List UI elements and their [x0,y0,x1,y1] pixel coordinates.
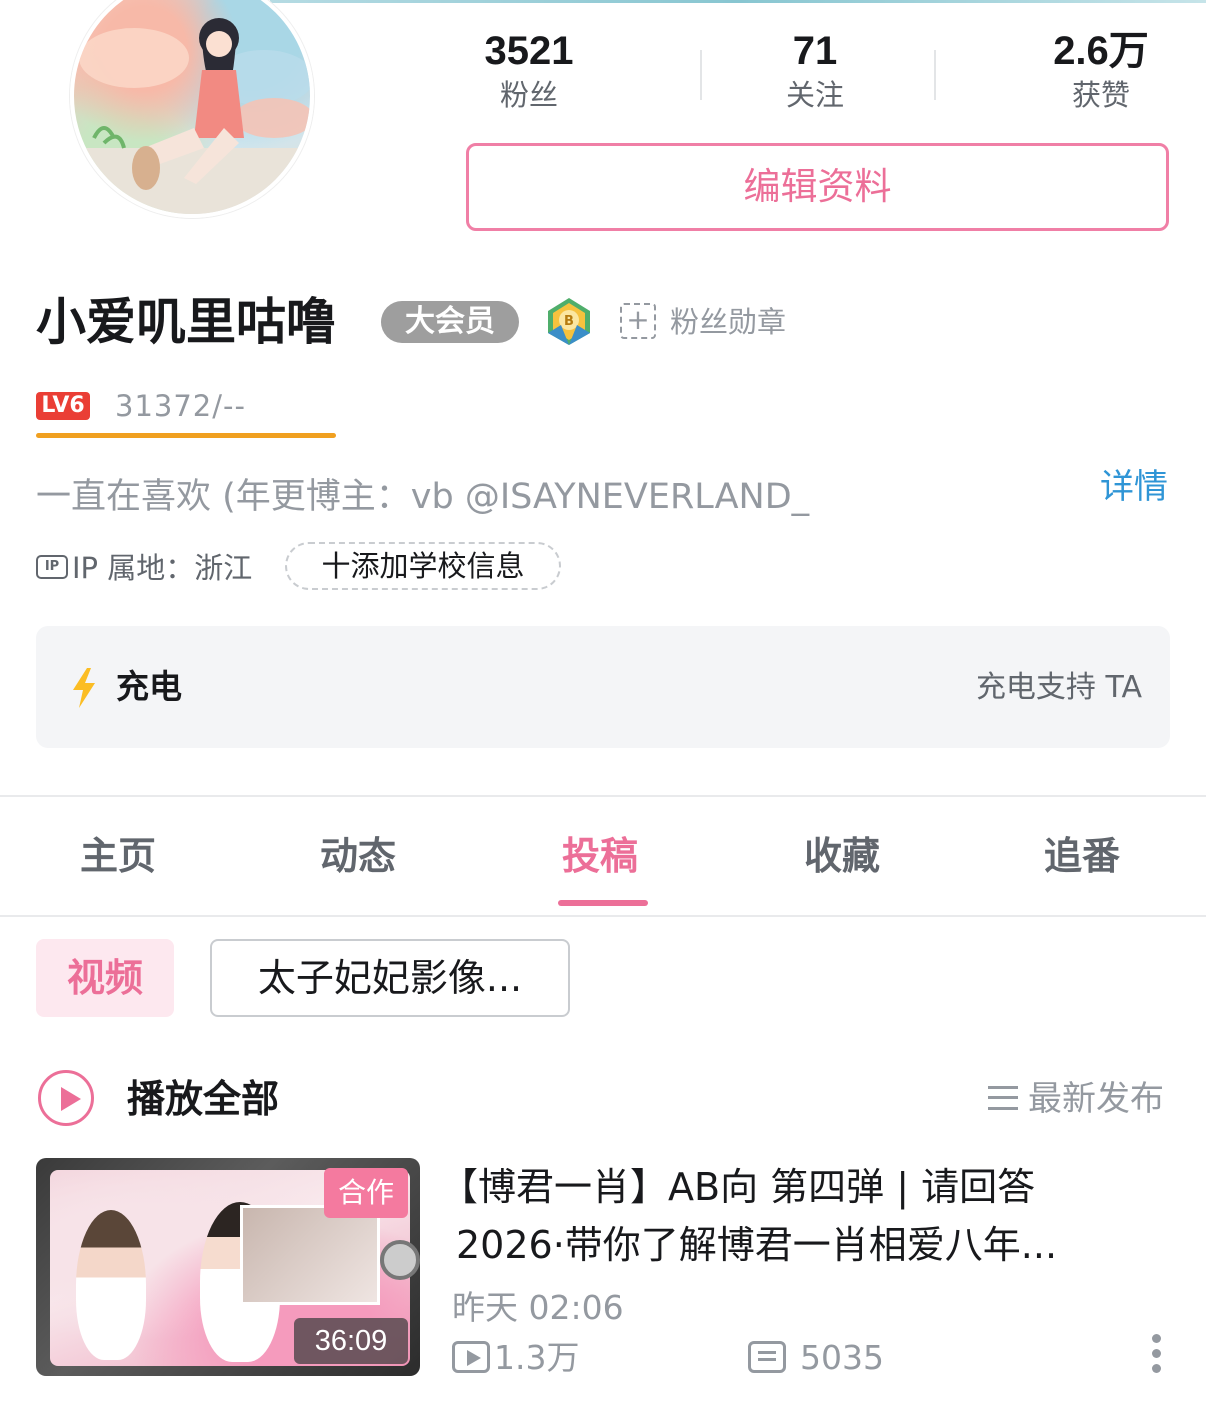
fan-medal-entry[interactable]: + 粉丝勋章 [620,302,786,342]
fans-count: 3521 [484,29,574,73]
video-title-line1: 【博君一肖】AB向 第四弹 | 请回答 [440,1165,1036,1209]
fans-stat[interactable]: 3521 粉丝 [474,26,584,114]
video-danmaku-count: 5035 [748,1336,884,1380]
likes-stat[interactable]: 2.6万 获赞 [1036,26,1166,114]
series-filter-chip[interactable]: 太子妃妃影像... [210,939,570,1017]
following-stat[interactable]: 71 关注 [770,26,860,114]
sort-button[interactable]: 最新发布 [988,1076,1164,1122]
bio-detail-link[interactable]: 详情 [1100,464,1168,510]
likes-label: 获赞 [1071,78,1130,112]
fans-label: 粉丝 [499,78,558,112]
sort-label: 最新发布 [1028,1079,1164,1119]
tab-home[interactable]: 主页 [80,828,156,884]
fan-medal-label: 粉丝勋章 [670,305,787,339]
video-date: 昨天 02:06 [452,1288,624,1327]
charge-support-button[interactable]: 充电支持 TA [976,666,1142,710]
stat-divider [934,50,936,100]
vip-badge[interactable]: 大会员 [381,301,519,343]
tabs-divider [0,915,1206,917]
video-filter-chip[interactable]: 视频 [36,939,174,1017]
lightning-icon [73,668,95,708]
exp-text: 31372/-- [115,389,246,423]
avatar[interactable] [70,0,314,218]
add-school-button[interactable]: 十添加学校信息 [285,542,561,590]
thumbnail-person-left [76,1210,146,1360]
banner-strip[interactable] [270,0,1206,3]
sort-list-icon [988,1085,1018,1110]
thumbnail-dial [380,1240,420,1280]
achievement-medal-icon[interactable]: B [543,295,595,347]
charge-card[interactable]: 充电 充电支持 TA [36,626,1170,748]
video-title-line2: 2026·带你了解博君一肖相爱八年... [456,1223,1058,1267]
ip-icon: IP [36,555,68,579]
tab-bangumi[interactable]: 追番 [1044,828,1120,884]
play-all-icon[interactable] [38,1070,94,1126]
stats-bar: 3521 粉丝 71 关注 2.6万 获赞 [410,26,1206,118]
play-count-icon [452,1340,490,1373]
exp-progress-bar [36,433,336,438]
level-badge: LV6 [36,392,90,420]
play-count-value: 1.3万 [494,1338,580,1377]
play-all-button[interactable]: 播放全部 [127,1074,279,1124]
profile-page: 3521 粉丝 71 关注 2.6万 获赞 编辑资料 小爱叽里咕噜 大会员 B … [0,0,1206,1413]
edit-profile-button[interactable]: 编辑资料 [466,143,1169,231]
more-options-icon[interactable] [1152,1334,1164,1378]
svg-text:B: B [564,314,574,329]
stat-divider [700,50,702,100]
danmaku-count-value: 5035 [800,1338,884,1377]
tab-dynamics[interactable]: 动态 [320,828,396,884]
active-tab-indicator [558,900,648,906]
thumbnail-inset-photo [240,1205,380,1305]
section-divider [0,795,1206,797]
collab-tag: 合作 [324,1168,408,1218]
username: 小爱叽里咕噜 [36,293,336,351]
avatar-illustration [74,18,310,214]
bio-text[interactable]: 一直在喜欢 (年更博主：vb @ISAYNEVERLAND_ [36,474,936,520]
tab-uploads[interactable]: 投稿 [562,828,638,884]
following-count: 71 [792,29,838,73]
video-title[interactable]: 【博君一肖】AB向 第四弹 | 请回答 2026·带你了解博君一肖相爱八年... [440,1158,1160,1274]
ip-location: IP IP 属地：浙江 [36,546,252,590]
tab-favorites[interactable]: 收藏 [804,828,880,884]
video-play-count: 1.3万 [452,1336,579,1380]
charge-title: 充电 [116,667,182,706]
likes-count: 2.6万 [1053,29,1149,73]
danmaku-icon [748,1340,786,1373]
following-label: 关注 [785,78,844,112]
video-duration: 36:09 [294,1318,408,1364]
add-medal-icon: + [620,303,656,339]
ip-location-text: IP 属地：浙江 [72,551,253,585]
